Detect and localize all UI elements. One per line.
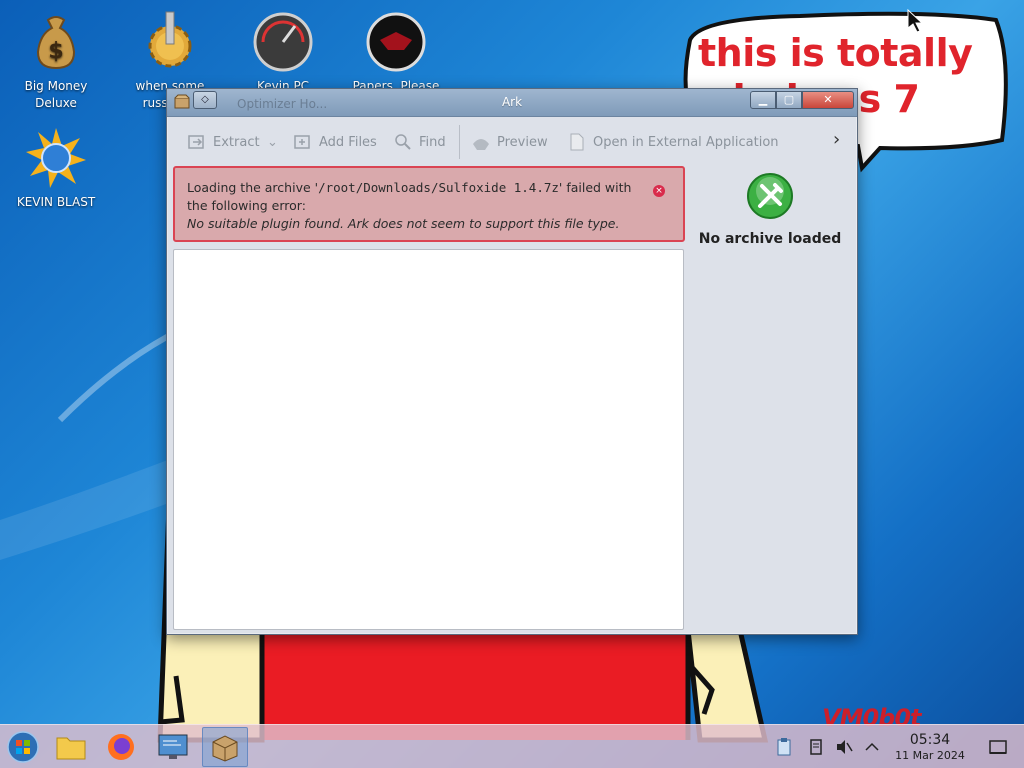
close-button[interactable]: ✕ [802, 91, 854, 109]
show-desktop-icon[interactable] [988, 737, 1008, 757]
find-button[interactable]: Find [393, 129, 446, 155]
toolbar-separator [459, 125, 460, 159]
extract-button[interactable]: Extract [187, 129, 260, 155]
preview-label: Preview [497, 134, 548, 150]
gauge-icon [251, 10, 315, 74]
clock-date: 11 Mar 2024 [895, 749, 965, 762]
error-archive-path: /root/Downloads/Sulfoxide 1.4.7z [318, 180, 559, 195]
globe-burst-icon [24, 126, 88, 190]
preview-button[interactable]: Preview [471, 129, 548, 155]
main-toolbar: Extract ⌄ Add Files Find Preview Open in… [173, 123, 853, 161]
archive-content-list[interactable] [173, 249, 684, 630]
settings-monitor-icon [158, 734, 188, 759]
volume-muted-icon[interactable] [834, 737, 854, 757]
error-text-prefix: Loading the archive ' [187, 180, 319, 195]
no-archive-label: No archive loaded [698, 231, 842, 247]
error-detail: No suitable plugin found. Ark does not s… [187, 216, 620, 231]
start-button[interactable] [0, 727, 46, 767]
clipboard-icon[interactable] [774, 737, 794, 757]
digital-clock[interactable]: 05:34 11 Mar 2024 [888, 732, 972, 763]
taskbar-firefox[interactable] [98, 727, 144, 767]
error-message-box: Loading the archive '/root/Downloads/Sul… [173, 166, 685, 242]
open-external-label: Open in External Application [593, 134, 779, 150]
window-titlebar[interactable]: ◇ Optimizer Ho... Ark ▁ ▢ ✕ [167, 89, 857, 117]
svg-text:$: $ [48, 39, 63, 64]
add-files-button[interactable]: Add Files [293, 129, 377, 155]
add-files-icon [293, 132, 313, 152]
bubble-line-1: this is totally [698, 31, 973, 75]
desktop-icon-label: Deluxe [35, 96, 77, 110]
minimize-button[interactable]: ▁ [750, 91, 776, 109]
firefox-icon [108, 734, 134, 760]
taskbar-system-settings[interactable] [150, 727, 196, 767]
extract-label: Extract [213, 134, 260, 150]
maximize-button[interactable]: ▢ [776, 91, 802, 109]
error-line-1: Loading the archive '/root/Downloads/Sul… [187, 179, 671, 197]
clock-time: 05:34 [909, 732, 951, 748]
tools-icon [745, 171, 795, 221]
document-icon [567, 132, 587, 152]
folder-icon [56, 737, 86, 760]
taskbar-file-manager[interactable] [48, 727, 94, 767]
open-external-button[interactable]: Open in External Application [567, 129, 779, 155]
chevron-up-icon[interactable] [862, 737, 882, 757]
error-line-2: the following error: [187, 198, 306, 213]
ark-window: ◇ Optimizer Ho... Ark ▁ ▢ ✕ Extract ⌄ Ad… [166, 88, 858, 635]
windows-logo-icon [7, 731, 39, 763]
money-bag-icon: $ [24, 10, 88, 74]
error-text-suffix: ' failed with [558, 180, 632, 195]
find-label: Find [419, 134, 446, 150]
desktop-icon-label: KEVIN BLAST [16, 195, 96, 209]
taskbar-ark[interactable] [202, 727, 248, 767]
desktop-icon-kevin-pc-optimizer[interactable]: Kevin PC [233, 10, 333, 95]
desktop-icon-big-money-deluxe[interactable]: $ Big Money Deluxe [6, 10, 106, 112]
desktop-icon-label: Big Money [24, 79, 88, 93]
extract-icon [187, 132, 207, 152]
info-panel: No archive loaded [691, 169, 849, 329]
chevron-right-icon[interactable]: › [833, 131, 847, 151]
search-icon [393, 132, 413, 152]
ark-box-icon [212, 735, 238, 762]
gear-icon [138, 10, 202, 74]
desktop-icon-kevin-blast[interactable]: KEVIN BLAST [6, 126, 106, 211]
papers-please-icon [364, 10, 428, 74]
chevron-down-icon: ⌄ [267, 134, 278, 150]
taskbar: 05:34 11 Mar 2024 [0, 724, 1024, 768]
extract-dropdown[interactable]: ⌄ [267, 129, 278, 155]
close-icon[interactable]: × [653, 185, 665, 197]
desktop-icon-papers-please[interactable]: Papers, Please [346, 10, 446, 95]
preview-icon [471, 132, 491, 152]
device-notifier-icon[interactable] [806, 737, 826, 757]
add-files-label: Add Files [319, 134, 377, 150]
